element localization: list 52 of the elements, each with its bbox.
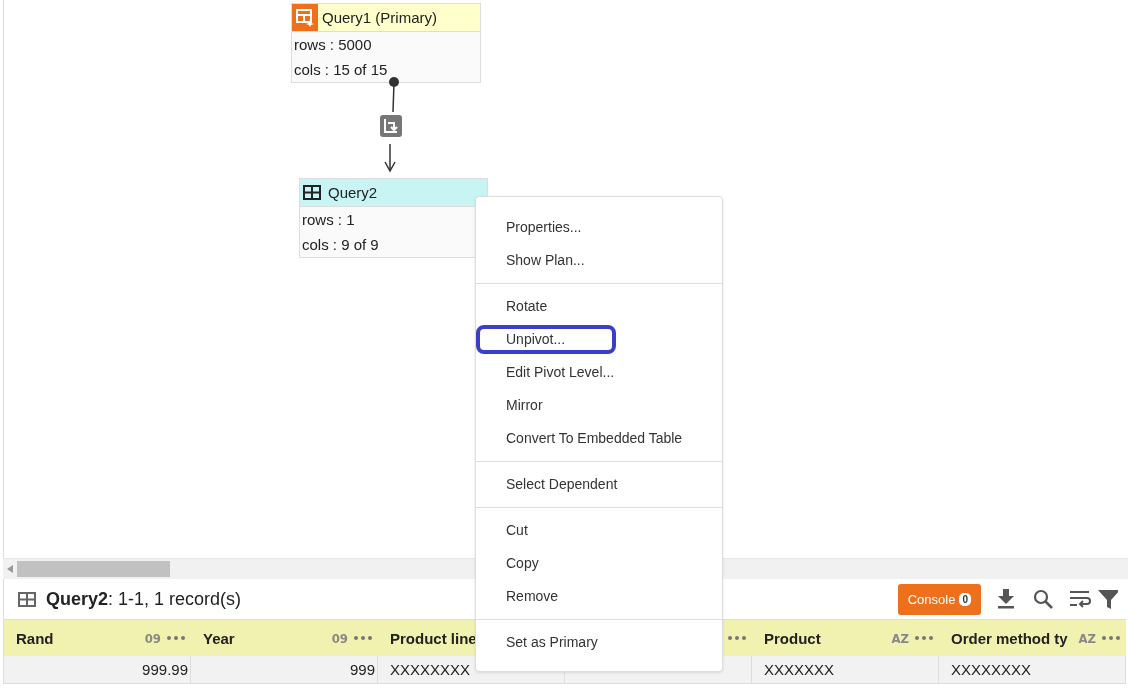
query-node[interactable]: Query1 (Primary) rows : 5000 cols : 15 of 15	[291, 3, 481, 83]
table-icon	[303, 185, 321, 200]
search-icon[interactable]	[1032, 589, 1053, 609]
column-header[interactable]: Product AZ	[752, 619, 939, 656]
column-label: Rand	[16, 629, 54, 647]
column-label: Product line	[390, 629, 477, 647]
more-icon[interactable]	[728, 636, 746, 640]
menu-item[interactable]: Remove	[476, 580, 722, 613]
menu-item[interactable]: Mirror	[476, 389, 722, 422]
column-label: Year	[203, 629, 235, 647]
panel-title: Query2: 1-1, 1 record(s)	[46, 588, 242, 610]
column-type: 09	[331, 630, 348, 646]
column-type: AZ	[1078, 630, 1096, 646]
table-cell: XXXXXXXX	[939, 656, 1126, 684]
node-title: Query1 (Primary)	[322, 9, 437, 26]
console-button[interactable]: Console 0	[897, 583, 981, 615]
table-icon	[18, 591, 36, 607]
wrap-text-icon[interactable]	[1068, 590, 1091, 608]
filter-icon[interactable]	[1098, 589, 1118, 609]
more-icon[interactable]	[354, 636, 372, 640]
table-cell: 999	[191, 656, 378, 684]
column-header[interactable]: Year 09	[191, 619, 378, 656]
menu-item[interactable]: Copy	[476, 547, 722, 580]
more-icon[interactable]	[1102, 636, 1120, 640]
table-plus-icon	[296, 8, 314, 27]
menu-item[interactable]: Convert To Embedded Table	[476, 422, 722, 455]
more-icon[interactable]	[167, 636, 185, 640]
scrollbar-thumb[interactable]	[17, 561, 170, 577]
node-info: cols : 9 of 9	[301, 235, 380, 255]
menu-item[interactable]: Rotate	[476, 290, 722, 323]
node-info: rows : 1	[301, 210, 356, 230]
table-cell: XXXXXXX	[752, 656, 939, 684]
scroll-left-icon[interactable]	[7, 565, 13, 573]
console-count: 0	[959, 592, 971, 606]
query-node[interactable]: Query2 rows : 1 cols : 9 of 9	[299, 178, 488, 258]
menu-item[interactable]: Select Dependent	[476, 468, 722, 501]
join-icon	[380, 115, 402, 137]
node-info: rows : 5000	[293, 35, 373, 55]
node-info: cols : 15 of 15	[293, 60, 389, 80]
column-type: AZ	[891, 630, 909, 646]
column-type: 09	[144, 630, 161, 646]
node-title: Query2	[328, 184, 378, 201]
column-label: Order method ty	[951, 629, 1068, 647]
table-cell: 999.99	[4, 656, 191, 684]
download-icon[interactable]	[996, 589, 1015, 609]
column-header[interactable]: Order method ty AZ	[939, 619, 1126, 656]
column-label: Product	[764, 629, 821, 647]
menu-item[interactable]: Unpivot...	[474, 323, 618, 356]
column-header[interactable]: Rand 09	[4, 619, 191, 656]
more-icon[interactable]	[915, 636, 933, 640]
menu-item[interactable]: Cut	[476, 514, 722, 547]
menu-item[interactable]: Edit Pivot Level...	[476, 356, 722, 389]
